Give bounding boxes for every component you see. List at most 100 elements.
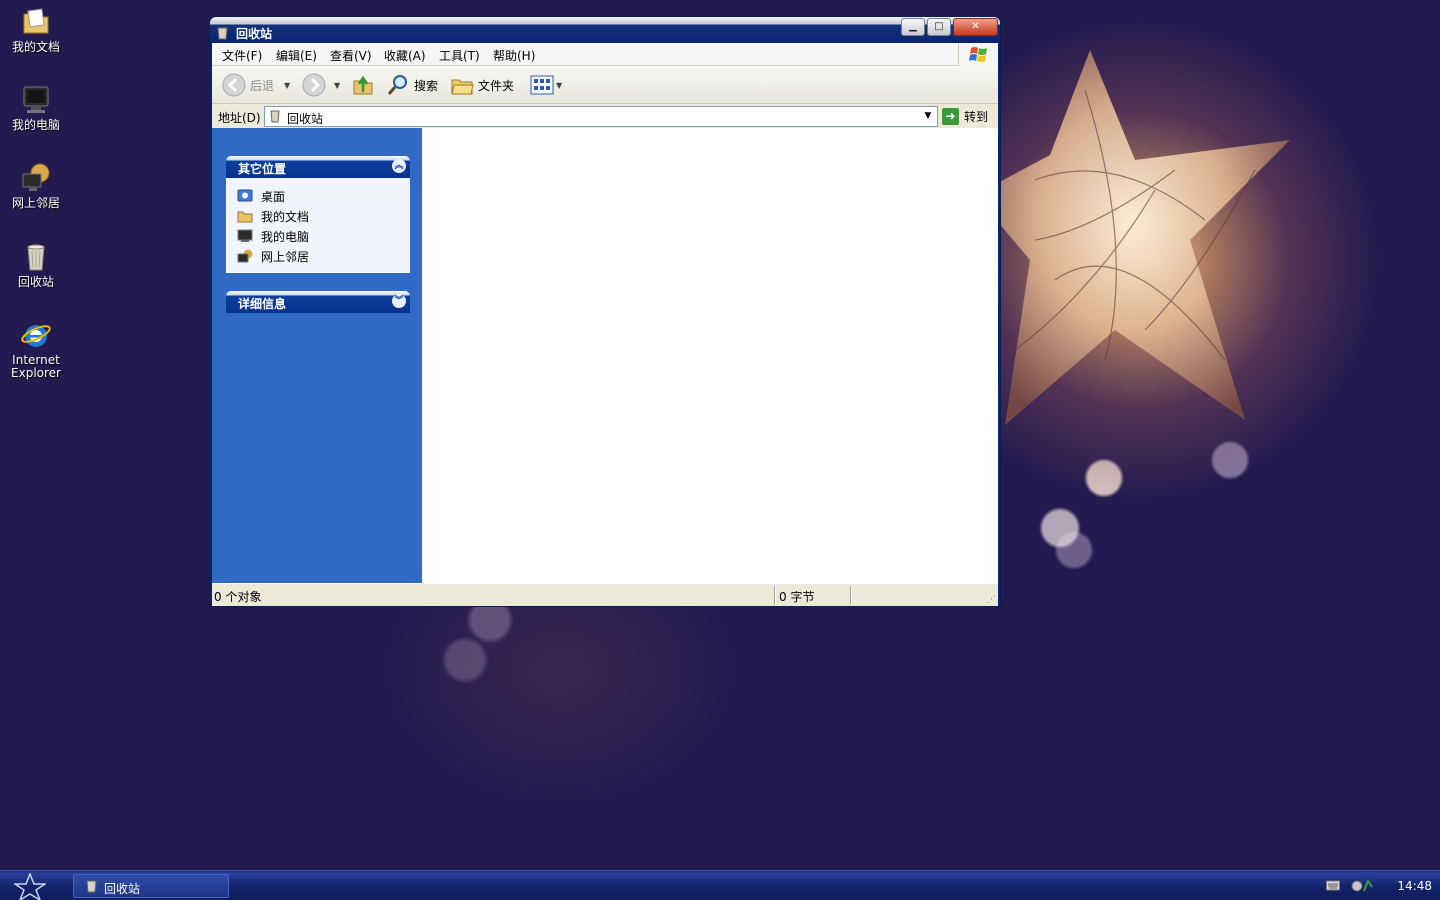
other-places-header[interactable]: 其它位置 ︽ <box>226 156 410 178</box>
maximize-icon: □ <box>934 21 944 32</box>
desktop-icon-label: Internet Explorer <box>11 353 61 380</box>
expand-chevron-icon[interactable]: ︾ <box>392 294 406 308</box>
desktop-icon <box>237 189 253 202</box>
views-button[interactable]: ▼ <box>530 73 562 97</box>
chevron-down-icon: ▼ <box>556 80 563 90</box>
task-pane: 其它位置 ︽ 桌面 我的文档 我的电脑 网上邻居 详细信息 ︾ <box>212 128 422 583</box>
address-input[interactable]: 回收站 ▼ <box>264 106 938 127</box>
network-places-icon <box>22 163 50 191</box>
my-documents-icon <box>23 8 49 34</box>
maximize-button[interactable]: □ <box>927 18 951 36</box>
close-button[interactable]: ✕ <box>953 18 998 36</box>
forward-arrow-icon <box>302 73 326 97</box>
folders-icon <box>451 79 474 95</box>
back-button[interactable]: 后退 ▼ <box>222 73 290 97</box>
desktop-icon-my-computer[interactable]: 我的电脑 <box>0 84 72 132</box>
desktop-icon-label: 回收站 <box>17 275 54 289</box>
desktop-icon-recycle-bin[interactable]: 回收站 <box>0 241 72 289</box>
place-link-label: 网上邻居 <box>261 249 310 264</box>
address-label: 地址(D) <box>218 111 261 125</box>
back-arrow-icon <box>222 73 246 97</box>
wallpaper-star-decoration <box>975 50 1290 425</box>
search-label: 搜索 <box>414 78 439 93</box>
taskbar-window-label: 回收站 <box>104 882 141 896</box>
go-arrow-icon: ➜ <box>942 108 959 125</box>
start-button[interactable] <box>14 873 46 900</box>
details-panel: 详细信息 ︾ <box>226 291 410 313</box>
recycle-bin-icon <box>217 27 228 40</box>
place-link-network-places[interactable]: 网上邻居 <box>237 246 409 266</box>
menu-view[interactable]: 查看(V) <box>330 47 372 64</box>
address-value: 回收站 <box>287 112 324 126</box>
search-button[interactable]: 搜索 <box>386 73 438 97</box>
folders-label: 文件夹 <box>478 78 515 93</box>
status-bar: 0 个对象 0 字节 ⋰ <box>212 583 998 606</box>
windows-logo-icon <box>958 43 998 66</box>
up-folder-button[interactable] <box>352 73 374 97</box>
status-size: 0 字节 <box>779 590 815 604</box>
desktop-icon-label: 我的电脑 <box>11 118 60 132</box>
place-link-label: 我的文档 <box>261 209 310 224</box>
keyboard-icon[interactable] <box>1326 879 1340 891</box>
window-titlebar[interactable]: 回收站 ▁ □ ✕ <box>210 17 1000 43</box>
window-title: 回收站 <box>236 27 273 41</box>
file-list-area[interactable] <box>422 128 998 583</box>
taskbar-window-button[interactable]: 回收站 <box>73 874 229 898</box>
menu-file[interactable]: 文件(F) <box>222 47 262 64</box>
recycle-bin-icon <box>86 880 97 893</box>
recycle-bin-icon <box>270 110 280 123</box>
other-places-body: 桌面 我的文档 我的电脑 网上邻居 <box>226 178 410 273</box>
place-link-label: 我的电脑 <box>261 229 310 244</box>
chevron-down-icon[interactable]: ▼ <box>334 81 340 90</box>
menu-bar: 文件(F) 编辑(E) 查看(V) 收藏(A) 工具(T) 帮助(H) <box>212 43 998 66</box>
place-link-my-computer[interactable]: 我的电脑 <box>237 226 409 246</box>
status-divider <box>774 586 776 605</box>
menu-tools[interactable]: 工具(T) <box>439 47 480 64</box>
explorer-window: 回收站 ▁ □ ✕ 文件(F) 编辑(E) 查看(V) 收藏(A) 工具(T) … <box>209 16 1001 607</box>
close-icon: ✕ <box>971 21 980 32</box>
status-divider <box>850 586 852 605</box>
forward-button[interactable]: ▼ <box>302 73 340 97</box>
desktop-icon-label: 我的文档 <box>11 40 60 54</box>
clock[interactable]: 14:48 <box>1397 879 1432 893</box>
taskbar: 回收站 14:48 <box>0 870 1440 900</box>
other-places-title: 其它位置 <box>238 162 287 176</box>
window-body: 文件(F) 编辑(E) 查看(V) 收藏(A) 工具(T) 帮助(H) 后退 ▼… <box>212 43 998 606</box>
chevron-down-icon[interactable]: ▼ <box>284 81 290 90</box>
place-link-my-documents[interactable]: 我的文档 <box>237 206 409 226</box>
desktop-icon-my-documents[interactable]: 我的文档 <box>0 6 72 54</box>
search-icon <box>387 75 407 95</box>
collapse-chevron-icon[interactable]: ︽ <box>392 159 406 173</box>
menu-help[interactable]: 帮助(H) <box>493 47 535 64</box>
details-header[interactable]: 详细信息 ︾ <box>226 291 410 313</box>
my-computer-icon <box>237 229 253 242</box>
my-computer-icon <box>23 86 49 113</box>
back-label: 后退 <box>250 78 275 93</box>
minimize-icon: ▁ <box>909 21 917 32</box>
recycle-bin-icon <box>27 244 45 271</box>
standard-toolbar: 后退 ▼ ▼ 搜索 文件夹 ▼ <box>212 66 998 104</box>
network-places-icon <box>237 249 253 263</box>
place-link-desktop[interactable]: 桌面 <box>237 186 409 206</box>
folders-button[interactable]: 文件夹 <box>450 73 514 97</box>
desktop-icon-internet-explorer[interactable]: Internet Explorer <box>0 319 72 380</box>
resize-grip-icon[interactable]: ⋰ <box>987 595 996 605</box>
menu-favorites[interactable]: 收藏(A) <box>384 47 426 64</box>
details-title: 详细信息 <box>238 297 287 311</box>
go-label: 转到 <box>964 110 989 124</box>
internet-explorer-icon <box>21 325 51 347</box>
minimize-button[interactable]: ▁ <box>901 18 925 36</box>
desktop-icon-label: 网上邻居 <box>11 196 60 210</box>
other-places-panel: 其它位置 ︽ 桌面 我的文档 我的电脑 网上邻居 <box>226 156 410 273</box>
place-link-label: 桌面 <box>261 189 286 204</box>
chevron-down-icon[interactable]: ▼ <box>920 108 936 125</box>
address-bar: 地址(D) 回收站 ▼ ➜ 转到 <box>212 105 998 128</box>
system-tray: 14:48 <box>1320 871 1440 900</box>
network-icon[interactable] <box>1350 879 1374 893</box>
views-icon <box>530 75 554 95</box>
desktop-icon-network-places[interactable]: 网上邻居 <box>0 162 72 210</box>
my-documents-icon <box>237 211 253 223</box>
status-object-count: 0 个对象 <box>214 590 262 604</box>
menu-edit[interactable]: 编辑(E) <box>276 47 317 64</box>
go-button[interactable]: ➜ 转到 <box>942 106 988 127</box>
